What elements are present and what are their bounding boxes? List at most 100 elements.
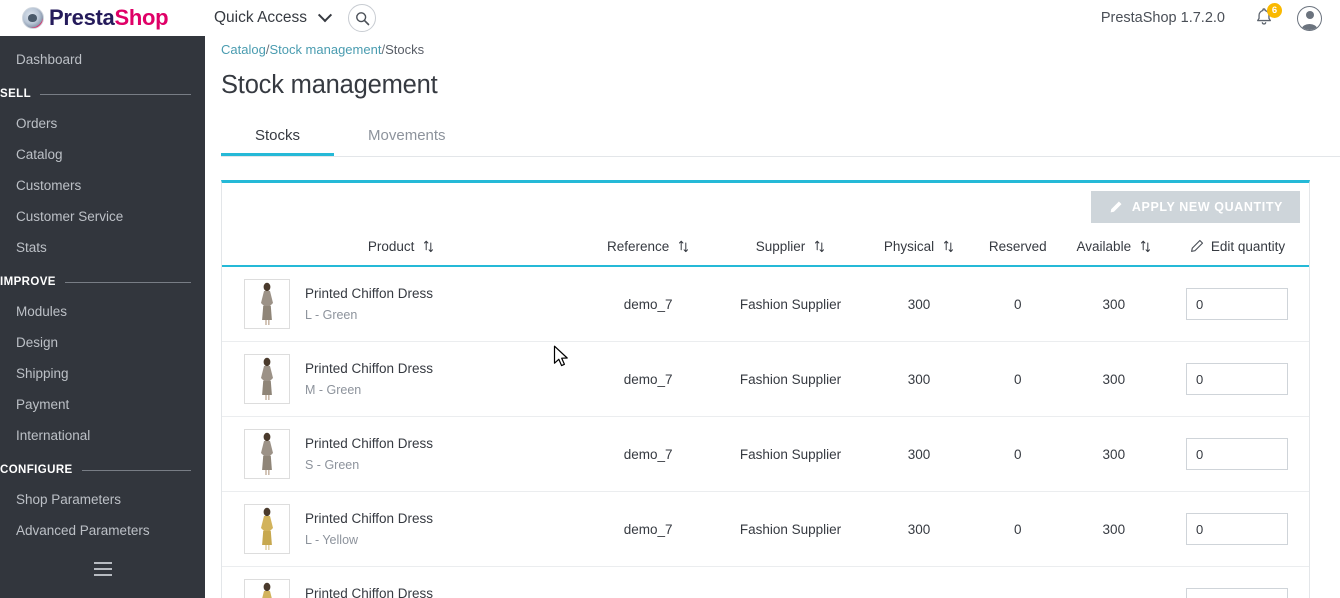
- column-header-edit-quantity-label: Edit quantity: [1210, 239, 1286, 254]
- sidebar-section-sell: SELL: [0, 75, 205, 108]
- cell-reference: demo_7: [580, 491, 717, 567]
- cell-reference: demo_7: [580, 341, 717, 417]
- column-header-reference[interactable]: Reference: [580, 231, 717, 267]
- sidebar-section-divider: [64, 281, 191, 283]
- tab-stocks[interactable]: Stocks: [221, 120, 335, 156]
- stocks-table-head: Product Reference Supplier Physical Rese…: [222, 231, 1309, 267]
- search-icon[interactable]: [348, 4, 377, 32]
- table-row[interactable]: Printed Chiffon Dress S - Green demo_7 F…: [222, 416, 1309, 492]
- sidebar-item-modules[interactable]: Modules: [0, 296, 205, 327]
- apply-new-quantity-label: APPLY NEW QUANTITY: [1131, 200, 1283, 214]
- notifications-button[interactable]: 6: [1253, 3, 1282, 30]
- tab-bar: Stocks Movements: [221, 120, 1340, 157]
- product-thumbnail: [244, 579, 290, 598]
- brand-shop-text: Shop: [114, 5, 169, 30]
- sidebar-item-catalog[interactable]: Catalog: [0, 139, 205, 170]
- breadcrumb-item-stock-management[interactable]: Stock management: [269, 42, 381, 57]
- quantity-input[interactable]: [1186, 363, 1289, 395]
- cell-edit-quantity: [1165, 491, 1309, 567]
- cell-reserved: 0: [972, 266, 1063, 342]
- breadcrumb-item-catalog[interactable]: Catalog: [221, 42, 266, 57]
- user-avatar-icon[interactable]: [1297, 5, 1322, 31]
- hamburger-bar: [93, 574, 112, 576]
- cell-edit-quantity: [1165, 566, 1309, 598]
- panel-toolbar: APPLY NEW QUANTITY: [222, 183, 1309, 231]
- quantity-input[interactable]: [1186, 288, 1289, 320]
- cell-reference: demo_7: [580, 266, 717, 342]
- column-header-available-label: Available: [1076, 239, 1132, 254]
- sidebar-section-sell-label: SELL: [0, 88, 31, 100]
- apply-new-quantity-button[interactable]: APPLY NEW QUANTITY: [1090, 191, 1300, 223]
- cell-physical: 300: [864, 266, 973, 342]
- chevron-down-icon[interactable]: [317, 8, 333, 23]
- cell-product: Printed Chiffon Dress L - Yellow: [222, 491, 581, 567]
- table-row[interactable]: Printed Chiffon Dress L - Green demo_7 F…: [222, 266, 1309, 342]
- column-header-physical[interactable]: Physical: [864, 231, 973, 267]
- pencil-icon: [1190, 239, 1203, 252]
- column-header-edit-quantity: Edit quantity: [1165, 231, 1309, 267]
- stocks-panel: APPLY NEW QUANTITY Product Reference Sup…: [221, 180, 1310, 598]
- sidebar-section-configure: CONFIGURE: [0, 451, 205, 484]
- hamburger-bar: [93, 562, 112, 564]
- sidebar-item-shipping[interactable]: Shipping: [0, 358, 205, 389]
- cell-supplier: Fashion Supplier: [716, 416, 865, 492]
- cell-physical: 300: [864, 491, 973, 567]
- table-header-row: Product Reference Supplier Physical Rese…: [222, 231, 1309, 267]
- column-header-available[interactable]: Available: [1062, 231, 1166, 267]
- product-name: Printed Chiffon Dress: [305, 436, 434, 451]
- sidebar-item-design[interactable]: Design: [0, 327, 205, 358]
- cell-available: 300: [1062, 341, 1166, 417]
- sidebar-item-international[interactable]: International: [0, 420, 205, 451]
- hamburger-menu-icon[interactable]: [0, 560, 205, 578]
- sidebar: Dashboard SELL Orders Catalog Customers …: [0, 36, 205, 598]
- cell-reference: demo_7: [580, 416, 717, 492]
- quantity-input[interactable]: [1186, 588, 1289, 598]
- sidebar-item-customers[interactable]: Customers: [0, 170, 205, 201]
- sidebar-item-stats[interactable]: Stats: [0, 232, 205, 263]
- column-header-product[interactable]: Product: [222, 231, 581, 267]
- quantity-input[interactable]: [1186, 438, 1289, 470]
- brand-logo-area[interactable]: PrestaShop: [0, 0, 205, 36]
- sidebar-item-dashboard[interactable]: Dashboard: [0, 36, 205, 75]
- product-attribute: S - Green: [305, 458, 360, 472]
- table-row[interactable]: Printed Chiffon Dress M - Yellow demo_7 …: [222, 566, 1309, 598]
- sidebar-item-customer-service[interactable]: Customer Service: [0, 201, 205, 232]
- page-title: Stock management: [221, 71, 438, 99]
- cell-product: Printed Chiffon Dress M - Green: [222, 341, 581, 417]
- cell-product: Printed Chiffon Dress S - Green: [222, 416, 581, 492]
- cell-product: Printed Chiffon Dress L - Green: [222, 266, 581, 342]
- tab-movements[interactable]: Movements: [334, 120, 480, 155]
- product-thumbnail: [244, 504, 290, 554]
- cell-edit-quantity: [1165, 416, 1309, 492]
- sidebar-item-orders[interactable]: Orders: [0, 108, 205, 139]
- cell-reference: demo_7: [580, 566, 717, 598]
- stocks-table-body: Printed Chiffon Dress L - Green demo_7 F…: [222, 266, 1309, 598]
- column-header-product-label: Product: [367, 239, 415, 254]
- breadcrumb-current: Stocks: [385, 42, 425, 57]
- sidebar-item-payment[interactable]: Payment: [0, 389, 205, 420]
- cell-available: 300: [1062, 566, 1166, 598]
- cell-available: 300: [1062, 491, 1166, 567]
- cell-edit-quantity: [1165, 266, 1309, 342]
- sidebar-item-shop-parameters[interactable]: Shop Parameters: [0, 484, 205, 515]
- cell-reserved: 0: [972, 491, 1063, 567]
- sort-icon: [679, 240, 689, 253]
- table-row[interactable]: Printed Chiffon Dress L - Yellow demo_7 …: [222, 491, 1309, 567]
- top-bar: PrestaShop Quick Access PrestaShop 1.7.2…: [0, 0, 1340, 36]
- quick-access-menu[interactable]: Quick Access: [214, 8, 333, 27]
- cell-supplier: Fashion Supplier: [716, 566, 865, 598]
- quantity-input[interactable]: [1186, 513, 1289, 545]
- sidebar-section-configure-label: CONFIGURE: [0, 464, 73, 476]
- cell-physical: 300: [864, 416, 973, 492]
- cell-available: 300: [1062, 416, 1166, 492]
- table-row[interactable]: Printed Chiffon Dress M - Green demo_7 F…: [222, 341, 1309, 417]
- cell-edit-quantity: [1165, 341, 1309, 417]
- sidebar-item-advanced-parameters[interactable]: Advanced Parameters: [0, 515, 205, 546]
- cell-supplier: Fashion Supplier: [716, 341, 865, 417]
- sidebar-section-improve: IMPROVE: [0, 263, 205, 296]
- column-header-reference-label: Reference: [607, 239, 670, 254]
- sort-icon: [815, 240, 825, 253]
- column-header-reserved-label: Reserved: [988, 239, 1047, 254]
- column-header-supplier[interactable]: Supplier: [716, 231, 865, 267]
- cell-available: 300: [1062, 266, 1166, 342]
